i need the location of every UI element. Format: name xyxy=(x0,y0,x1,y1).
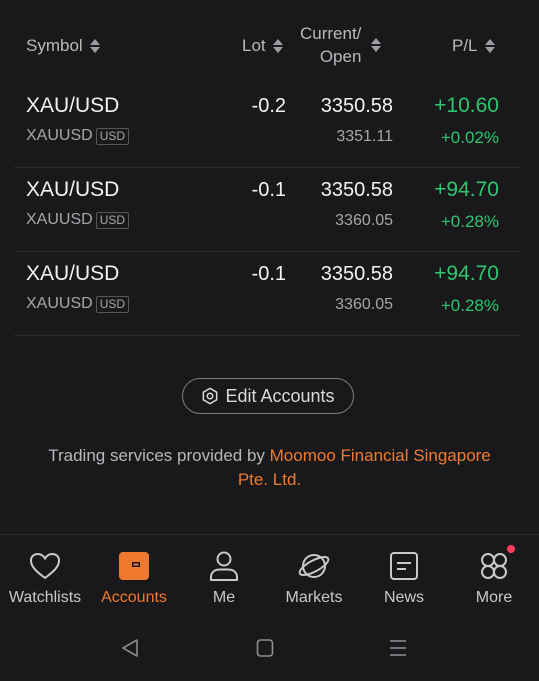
position-pl: +94.70 xyxy=(434,262,499,285)
broker-link[interactable]: Moomoo Financial Singapore xyxy=(270,446,491,465)
position-current-price: 3350.58 xyxy=(320,263,393,285)
sort-lot[interactable]: Lot xyxy=(242,36,283,56)
position-symbol: XAU/USD xyxy=(26,94,120,117)
grid-more-icon xyxy=(449,545,539,583)
position-symbol: XAU/USD xyxy=(26,178,120,201)
sort-icon xyxy=(484,38,495,54)
heart-icon xyxy=(0,549,90,583)
broker-disclaimer: Trading services provided by Moomoo Fina… xyxy=(20,444,519,492)
position-lot: -0.1 xyxy=(251,263,286,285)
planet-icon xyxy=(269,549,359,583)
nav-me[interactable]: Me xyxy=(179,549,269,607)
position-code-text: XAUUSD xyxy=(26,127,93,144)
news-icon xyxy=(359,549,449,583)
settings-gear-icon xyxy=(203,387,218,405)
back-triangle-icon[interactable] xyxy=(120,638,140,658)
nav-more[interactable]: More xyxy=(449,545,539,607)
sort-pl[interactable]: P/L xyxy=(452,36,495,56)
current-header-line2: Open xyxy=(319,47,362,66)
system-nav-bar xyxy=(0,616,539,681)
positions-screen: Symbol Lot Current/ Open P/L XAU/USD XAU… xyxy=(0,0,539,681)
nav-more-label: More xyxy=(475,589,513,606)
sort-current-open[interactable]: Current/ Open xyxy=(300,22,382,68)
nav-news[interactable]: News xyxy=(359,549,449,607)
currency-badge: USD xyxy=(95,127,130,145)
position-row[interactable]: XAU/USD XAUUSD USD -0.1 3350.58 3360.05 … xyxy=(14,168,520,252)
position-row[interactable]: XAU/USD XAUUSD USD -0.2 3350.58 3351.11 … xyxy=(14,84,520,168)
currency-badge: USD xyxy=(95,295,130,313)
edit-accounts-label: Edit Accounts xyxy=(225,385,335,406)
pl-header-label: P/L xyxy=(452,36,478,55)
position-pl-percent: +0.02% xyxy=(440,128,499,147)
recents-lines-icon[interactable] xyxy=(389,638,407,658)
notification-dot xyxy=(507,545,515,553)
position-pl-percent: +0.28% xyxy=(440,212,499,231)
position-open-price: 3360.05 xyxy=(335,296,393,313)
current-open-header-label: Current/ Open xyxy=(300,22,361,68)
sort-symbol[interactable]: Symbol xyxy=(26,36,100,56)
position-code: XAUUSD USD xyxy=(26,127,130,145)
position-lot: -0.2 xyxy=(251,95,286,117)
nav-me-label: Me xyxy=(212,589,236,606)
sort-icon xyxy=(272,38,283,54)
nav-watchlists-label: Watchlists xyxy=(8,589,82,606)
symbol-header-label: Symbol xyxy=(26,36,83,55)
position-code: XAUUSD USD xyxy=(26,211,130,229)
nav-markets-label: Markets xyxy=(285,589,343,606)
broker-link-line2[interactable]: Pte. Ltd. xyxy=(238,470,301,489)
position-code: XAUUSD USD xyxy=(26,295,130,313)
position-pl-percent: +0.28% xyxy=(440,296,499,315)
nav-watchlists[interactable]: Watchlists xyxy=(0,549,90,607)
bottom-nav: Watchlists Accounts Me Markets News More xyxy=(0,534,539,617)
position-code-text: XAUUSD xyxy=(26,211,93,228)
position-current-price: 3350.58 xyxy=(320,95,393,117)
nav-news-label: News xyxy=(383,589,424,606)
positions-header: Symbol Lot Current/ Open P/L xyxy=(0,0,539,82)
position-code-text: XAUUSD xyxy=(26,295,93,312)
position-pl: +10.60 xyxy=(434,94,499,117)
position-open-price: 3360.05 xyxy=(335,212,393,229)
home-square-icon[interactable] xyxy=(256,638,274,658)
position-open-price: 3351.11 xyxy=(336,128,393,145)
edit-accounts-button[interactable]: Edit Accounts xyxy=(182,378,354,414)
nav-accounts[interactable]: Accounts xyxy=(89,549,179,607)
currency-badge: USD xyxy=(95,211,130,229)
lot-header-label: Lot xyxy=(242,36,266,55)
position-pl: +94.70 xyxy=(434,178,499,201)
position-row[interactable]: XAU/USD XAUUSD USD -0.1 3350.58 3360.05 … xyxy=(14,252,520,336)
position-current-price: 3350.58 xyxy=(320,179,393,201)
position-lot: -0.1 xyxy=(251,179,286,201)
current-header-line1: Current/ xyxy=(300,24,362,43)
sort-icon xyxy=(371,37,382,53)
wallet-icon xyxy=(89,549,179,583)
nav-markets[interactable]: Markets xyxy=(269,549,359,607)
position-symbol: XAU/USD xyxy=(26,262,120,285)
nav-accounts-label: Accounts xyxy=(101,589,167,606)
person-icon xyxy=(179,549,269,583)
sort-icon xyxy=(89,38,100,54)
disclaimer-text: Trading services provided by xyxy=(48,446,270,465)
